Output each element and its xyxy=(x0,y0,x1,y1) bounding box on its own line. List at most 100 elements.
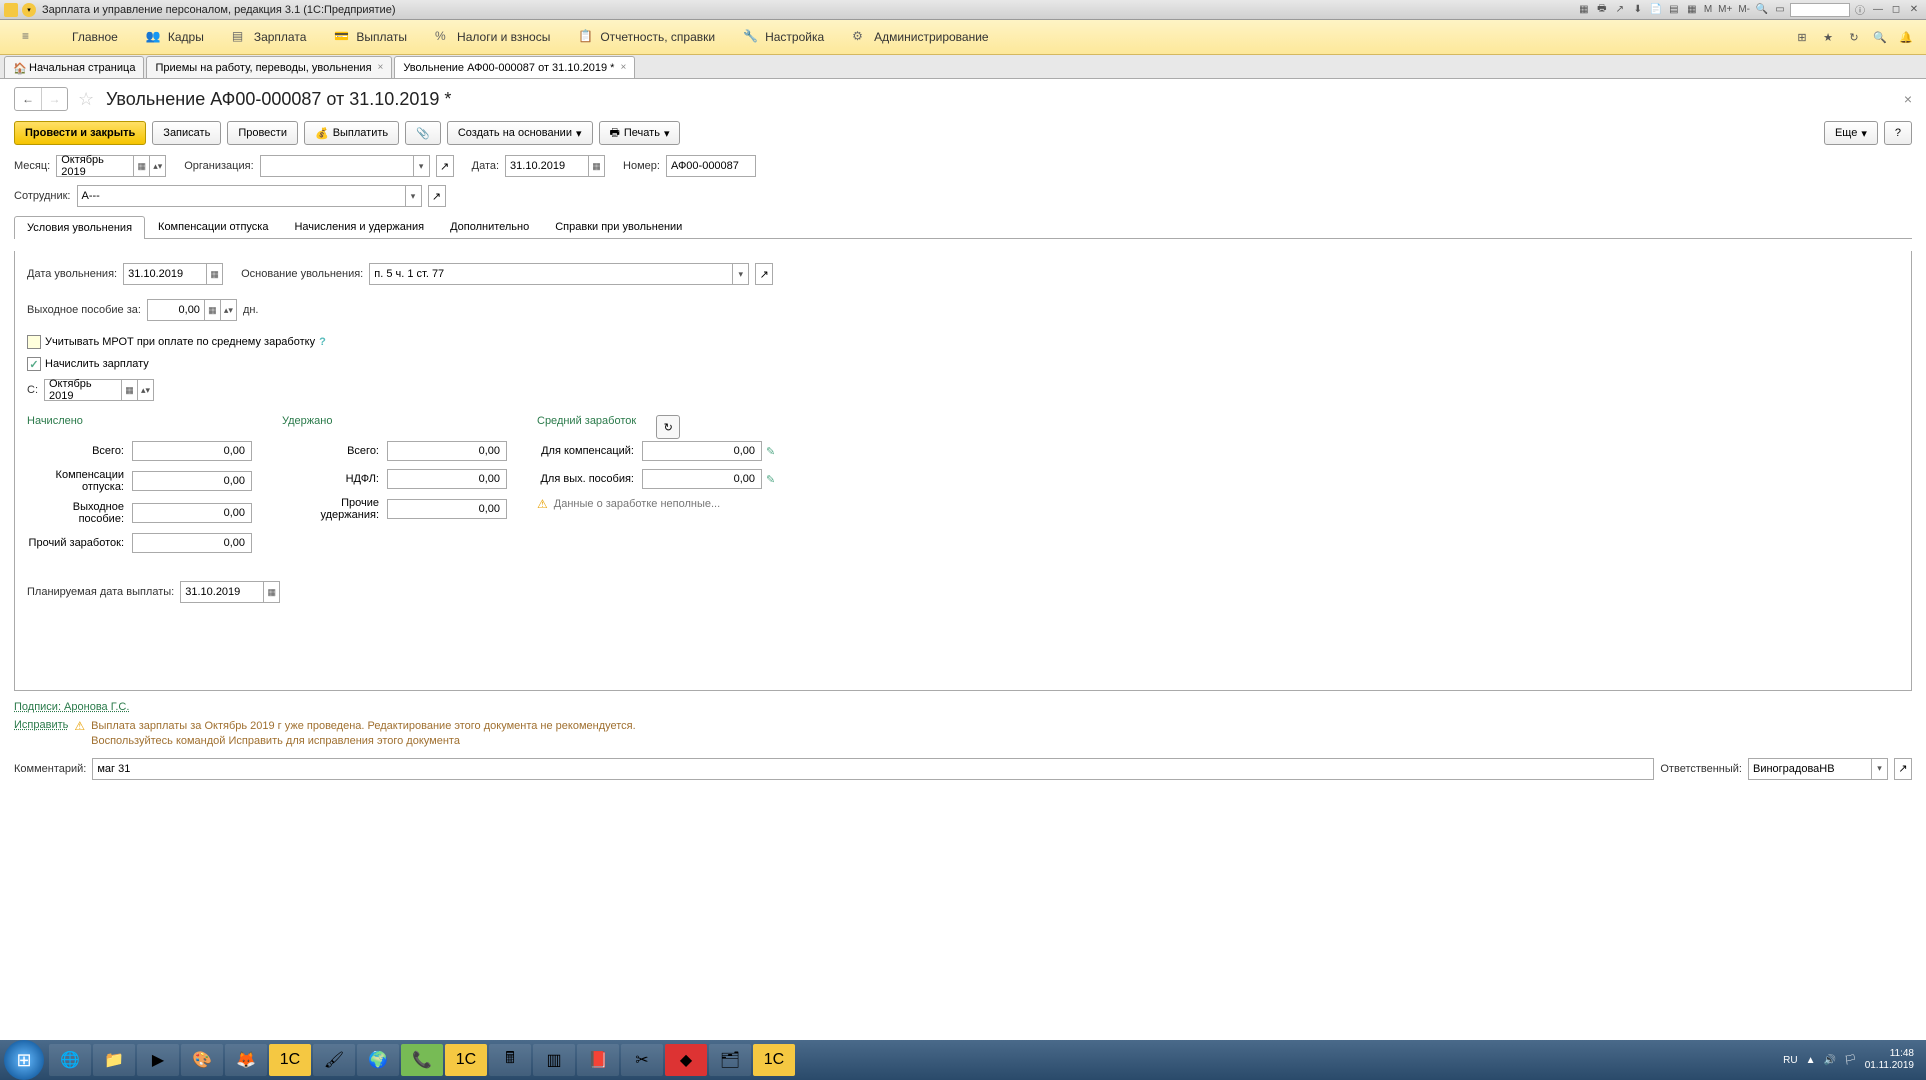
taskbar-explorer-icon[interactable]: 📁 xyxy=(93,1044,135,1076)
date-field[interactable]: 31.10.2019 ▦ xyxy=(505,155,605,177)
open-icon[interactable]: ↗ xyxy=(1894,758,1912,780)
menu-vyplaty[interactable]: 💳Выплаты xyxy=(320,20,421,54)
tb-icon[interactable]: ▦ xyxy=(1576,3,1592,17)
taskbar-app-icon[interactable]: ◆ xyxy=(665,1044,707,1076)
accrued-sev[interactable] xyxy=(132,503,252,523)
help-button[interactable]: ? xyxy=(1884,121,1912,145)
subtab-conditions[interactable]: Условия увольнения xyxy=(14,216,145,239)
accrued-total[interactable] xyxy=(132,441,252,461)
taskbar-app-icon[interactable]: 📕 xyxy=(577,1044,619,1076)
mrot-checkbox[interactable] xyxy=(27,335,41,349)
taskbar-firefox-icon[interactable]: 🦊 xyxy=(225,1044,267,1076)
open-icon[interactable]: ↗ xyxy=(755,263,773,285)
dropdown-icon[interactable]: ▾ xyxy=(22,3,36,17)
taskbar-player-icon[interactable]: ▶ xyxy=(137,1044,179,1076)
pencil-icon[interactable]: ✎ xyxy=(766,473,780,486)
tb-zoom-icon[interactable]: 🔍 xyxy=(1754,3,1770,17)
maximize-icon[interactable]: ◻ xyxy=(1888,3,1904,17)
withheld-ndfl[interactable] xyxy=(387,469,507,489)
taskbar-1c-icon[interactable]: 1C xyxy=(753,1044,795,1076)
close-icon[interactable]: × xyxy=(378,62,384,73)
tray-icon[interactable]: 🔊 xyxy=(1824,1055,1836,1066)
accrued-comp[interactable] xyxy=(132,471,252,491)
calendar-icon[interactable]: ▦ xyxy=(588,156,604,176)
tray-icon[interactable]: ▲ xyxy=(1806,1055,1816,1066)
number-field[interactable] xyxy=(666,155,756,177)
subtab-compensation[interactable]: Компенсации отпуска xyxy=(145,215,281,238)
tb-icon[interactable]: 📄 xyxy=(1648,3,1664,17)
save-button[interactable]: Записать xyxy=(152,121,221,145)
menu-main[interactable]: Главное xyxy=(58,20,132,54)
menu-admin[interactable]: ⚙Администрирование xyxy=(838,20,1002,54)
favorite-star-icon[interactable]: ☆ xyxy=(78,89,98,109)
avg-comp[interactable] xyxy=(642,441,762,461)
search-icon[interactable]: 🔍 xyxy=(1868,25,1892,49)
calc-icon[interactable]: ▦ xyxy=(204,300,220,320)
clock[interactable]: 11:48 01.11.2019 xyxy=(1865,1048,1914,1072)
org-field[interactable]: ▾ xyxy=(260,155,430,177)
accrue-checkbox[interactable] xyxy=(27,357,41,371)
subtab-accruals[interactable]: Начисления и удержания xyxy=(281,215,437,238)
apps-icon[interactable]: ⊞ xyxy=(1790,25,1814,49)
calendar-icon[interactable]: ▦ xyxy=(133,156,149,176)
post-and-close-button[interactable]: Провести и закрыть xyxy=(14,121,146,145)
taskbar-paint-icon[interactable]: 🖌 xyxy=(313,1044,355,1076)
dropdown-icon[interactable]: ▾ xyxy=(405,186,421,206)
print-button[interactable]: 🖶Печать▾ xyxy=(599,121,681,145)
dropdown-icon[interactable]: ▾ xyxy=(1871,759,1887,779)
fix-link[interactable]: Исправить xyxy=(14,719,68,731)
subtab-additional[interactable]: Дополнительно xyxy=(437,215,542,238)
taskbar-1c-icon[interactable]: 1C xyxy=(445,1044,487,1076)
minimize-icon[interactable]: — xyxy=(1870,3,1886,17)
taskbar-app-icon[interactable]: ▥ xyxy=(533,1044,575,1076)
create-based-button[interactable]: Создать на основании▾ xyxy=(447,121,593,145)
tb-info-icon[interactable]: ⓘ xyxy=(1852,3,1868,17)
menu-kadry[interactable]: 👥Кадры xyxy=(132,20,218,54)
post-button[interactable]: Провести xyxy=(227,121,298,145)
history-icon[interactable]: ↻ xyxy=(1842,25,1866,49)
refresh-button[interactable]: ↻ xyxy=(656,415,680,439)
taskbar-viber-icon[interactable]: 📞 xyxy=(401,1044,443,1076)
help-icon[interactable]: ? xyxy=(319,336,326,348)
open-icon[interactable]: ↗ xyxy=(436,155,454,177)
close-icon[interactable]: ✕ xyxy=(1906,3,1922,17)
reason-field[interactable]: п. 5 ч. 1 ст. 77 ▾ xyxy=(369,263,749,285)
month-field[interactable]: Октябрь 2019 ▦ ▴▾ xyxy=(56,155,166,177)
calendar-icon[interactable]: ▦ xyxy=(121,380,137,400)
tb-icon[interactable]: 🖶 xyxy=(1594,3,1610,17)
taskbar-ie-icon[interactable]: 🌐 xyxy=(49,1044,91,1076)
responsible-field[interactable]: ВиноградоваНВ ▾ xyxy=(1748,758,1888,780)
spinner-icon[interactable]: ▴▾ xyxy=(220,300,236,320)
withheld-other[interactable] xyxy=(387,499,507,519)
dropdown-icon[interactable]: ▾ xyxy=(732,264,748,284)
menu-otchet[interactable]: 📋Отчетность, справки xyxy=(564,20,729,54)
tb-mplus[interactable]: M+ xyxy=(1716,3,1734,17)
accrued-other[interactable] xyxy=(132,533,252,553)
open-icon[interactable]: ↗ xyxy=(428,185,446,207)
pencil-icon[interactable]: ✎ xyxy=(766,445,780,458)
subtab-references[interactable]: Справки при увольнении xyxy=(542,215,695,238)
taskbar-1c-icon[interactable]: 1C xyxy=(269,1044,311,1076)
menu-nastroyka[interactable]: 🔧Настройка xyxy=(729,20,838,54)
close-document-icon[interactable]: × xyxy=(1904,91,1912,107)
spinner-icon[interactable]: ▴▾ xyxy=(137,380,153,400)
taskbar-app-icon[interactable]: 🌍 xyxy=(357,1044,399,1076)
tb-icon[interactable]: ↗ xyxy=(1612,3,1628,17)
employee-field[interactable]: А--- ▾ xyxy=(77,185,422,207)
plan-date-field[interactable]: 31.10.2019 ▦ xyxy=(180,581,280,603)
nav-forward[interactable]: → xyxy=(41,88,67,110)
tb-icon[interactable]: ⬇ xyxy=(1630,3,1646,17)
tb-mminus[interactable]: M- xyxy=(1736,3,1752,17)
taskbar-calc-icon[interactable]: 🖩 xyxy=(489,1044,531,1076)
pay-button[interactable]: 💰Выплатить xyxy=(304,121,399,145)
taskbar-app-icon[interactable]: 🎨 xyxy=(181,1044,223,1076)
severance-field[interactable]: 0,00 ▦ ▴▾ xyxy=(147,299,237,321)
tb-m[interactable]: M xyxy=(1702,3,1714,17)
star-icon[interactable]: ★ xyxy=(1816,25,1840,49)
menu-zarplata[interactable]: ▤Зарплата xyxy=(218,20,321,54)
from-field[interactable]: Октябрь 2019 ▦ ▴▾ xyxy=(44,379,154,401)
tb-panel-icon[interactable]: ▭ xyxy=(1772,3,1788,17)
calendar-icon[interactable]: ▦ xyxy=(263,582,279,602)
attach-button[interactable]: 📎 xyxy=(405,121,441,145)
comment-field[interactable] xyxy=(92,758,1654,780)
